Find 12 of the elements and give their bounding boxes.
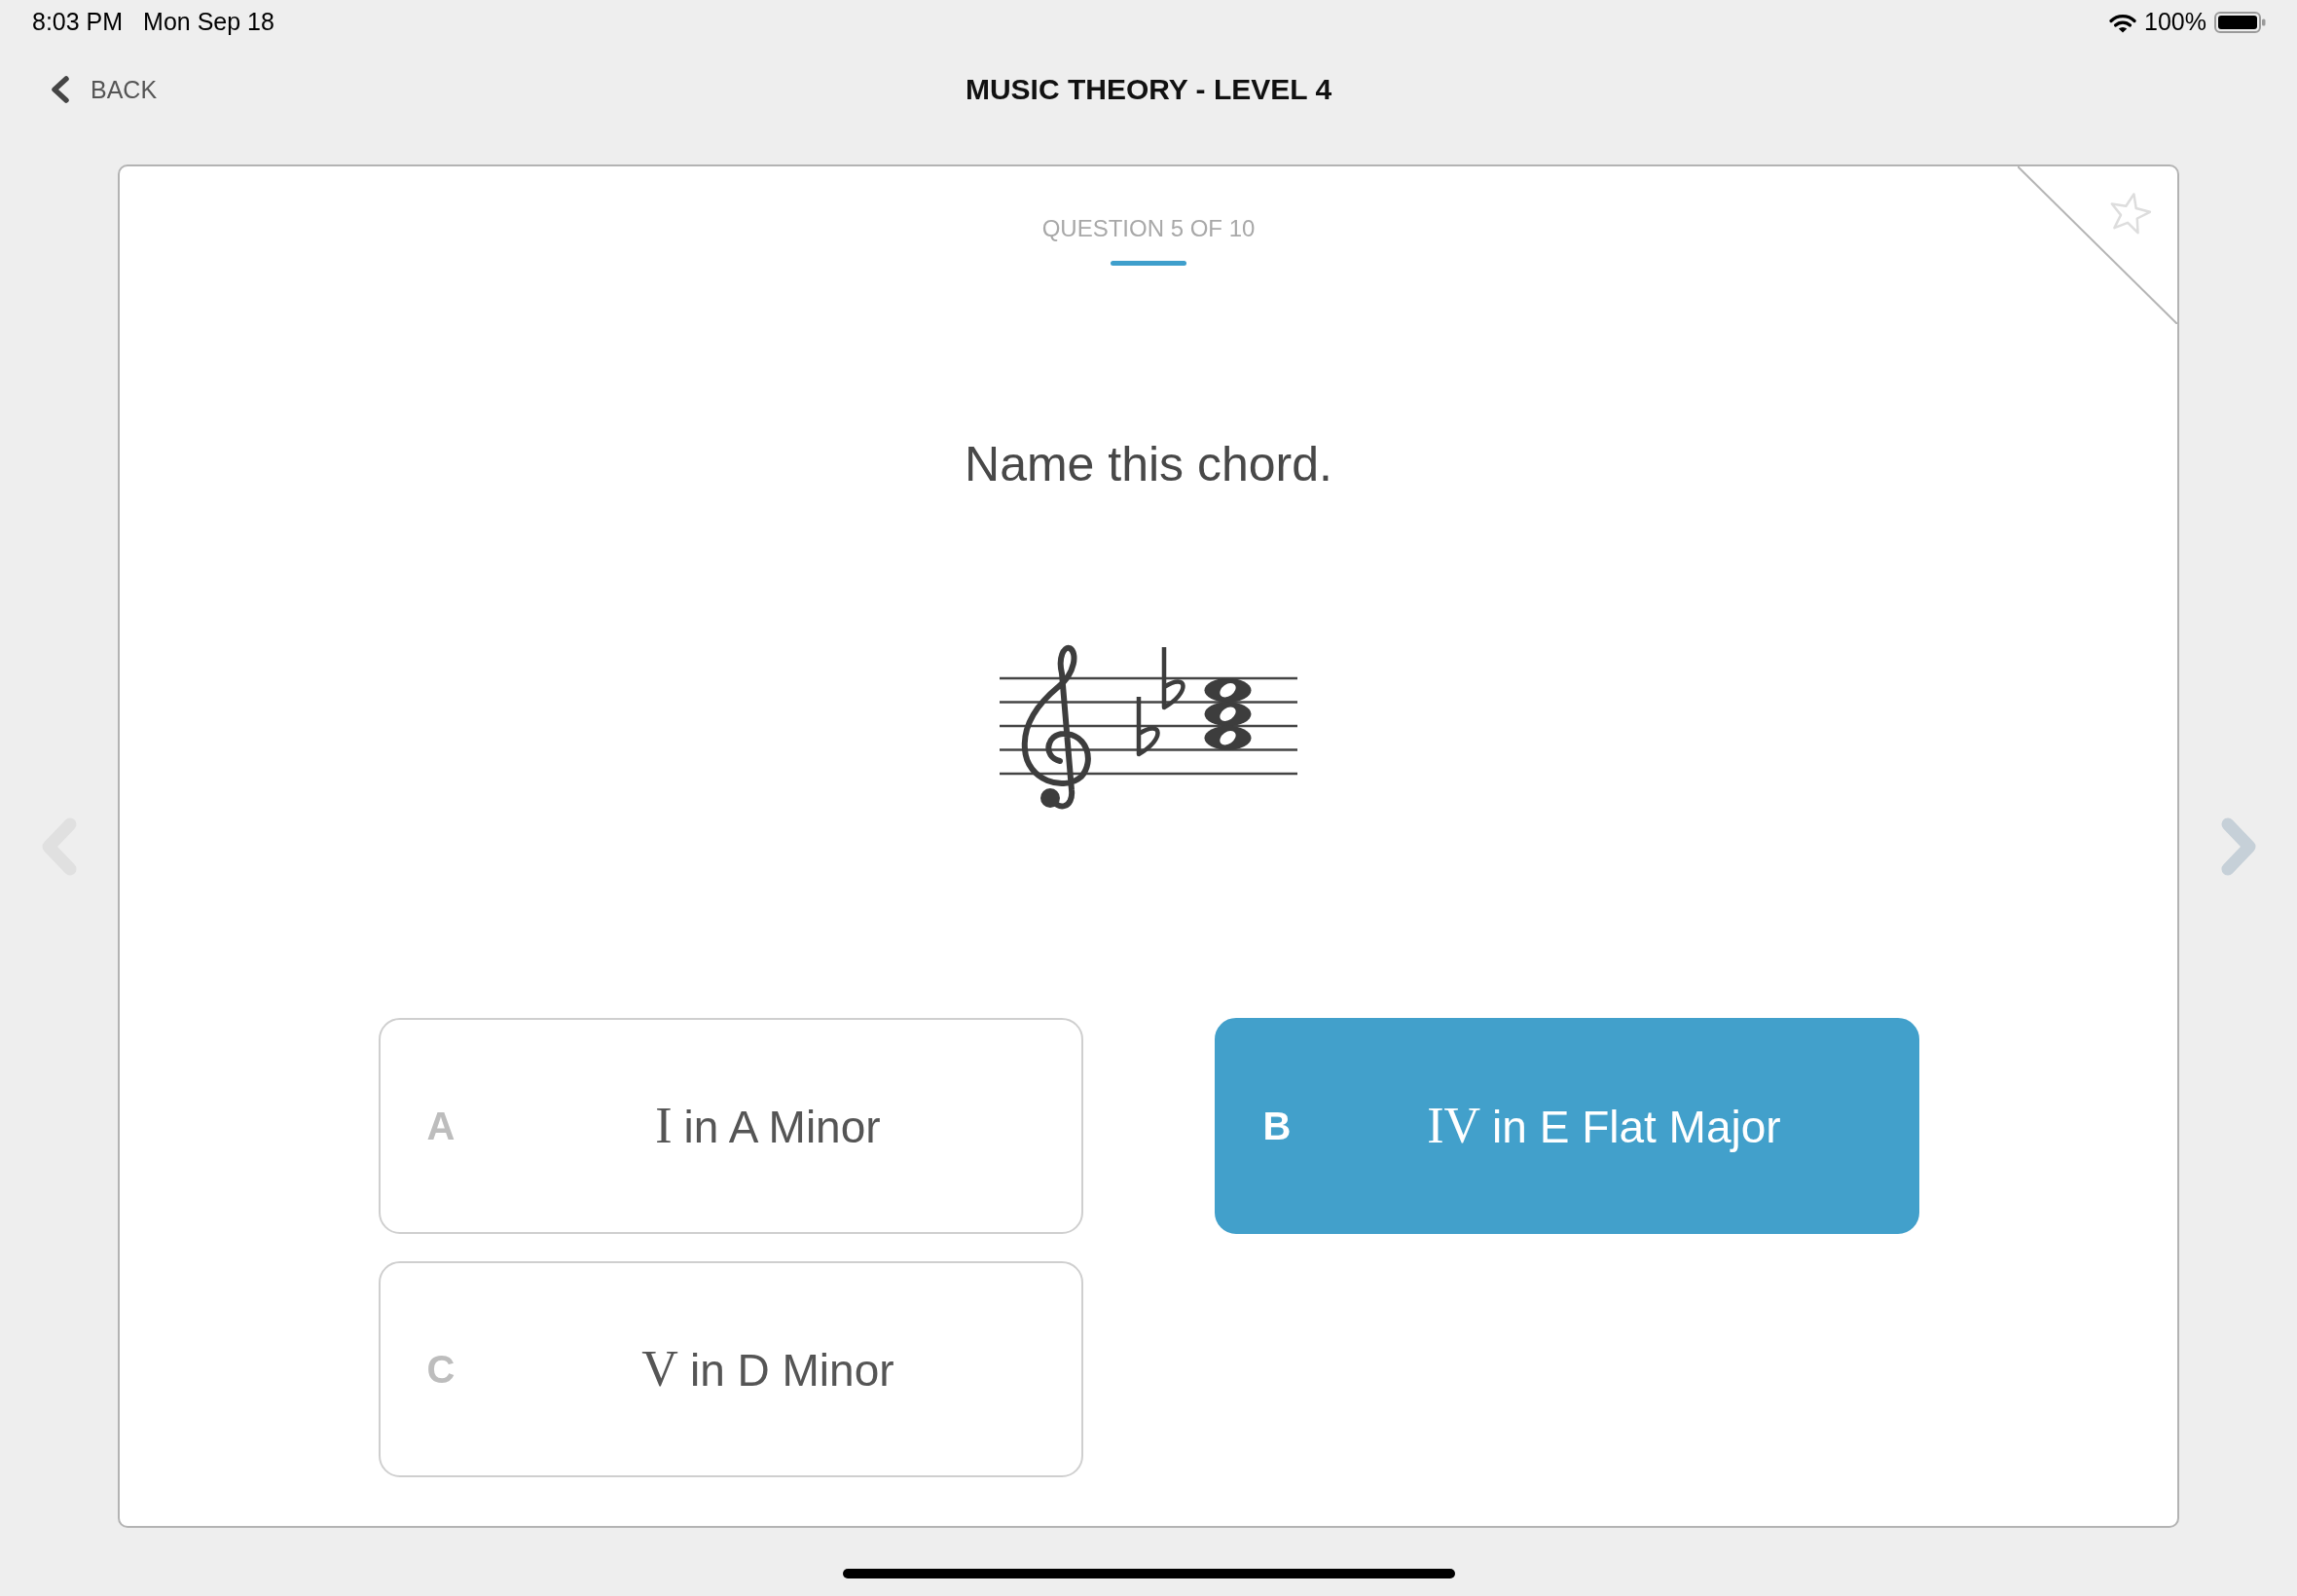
screen-title: MUSIC THEORY - LEVEL 4 (965, 72, 1332, 107)
question-prompt: Name this chord. (965, 436, 1332, 493)
chevron-left-icon (49, 75, 70, 104)
status-date: Mon Sep 18 (143, 7, 274, 38)
answer-option[interactable]: C V in D Minor (378, 1261, 1083, 1477)
wifi-icon (2109, 12, 2137, 33)
question-counter: QUESTION 5 OF 10 (1041, 215, 1256, 242)
answer-option[interactable]: A I in A Minor (378, 1018, 1083, 1234)
battery-percent: 100% (2144, 7, 2206, 38)
back-button[interactable]: BACK (49, 75, 158, 104)
battery-icon (2214, 12, 2266, 33)
status-time: 8:03 PM (32, 7, 124, 38)
